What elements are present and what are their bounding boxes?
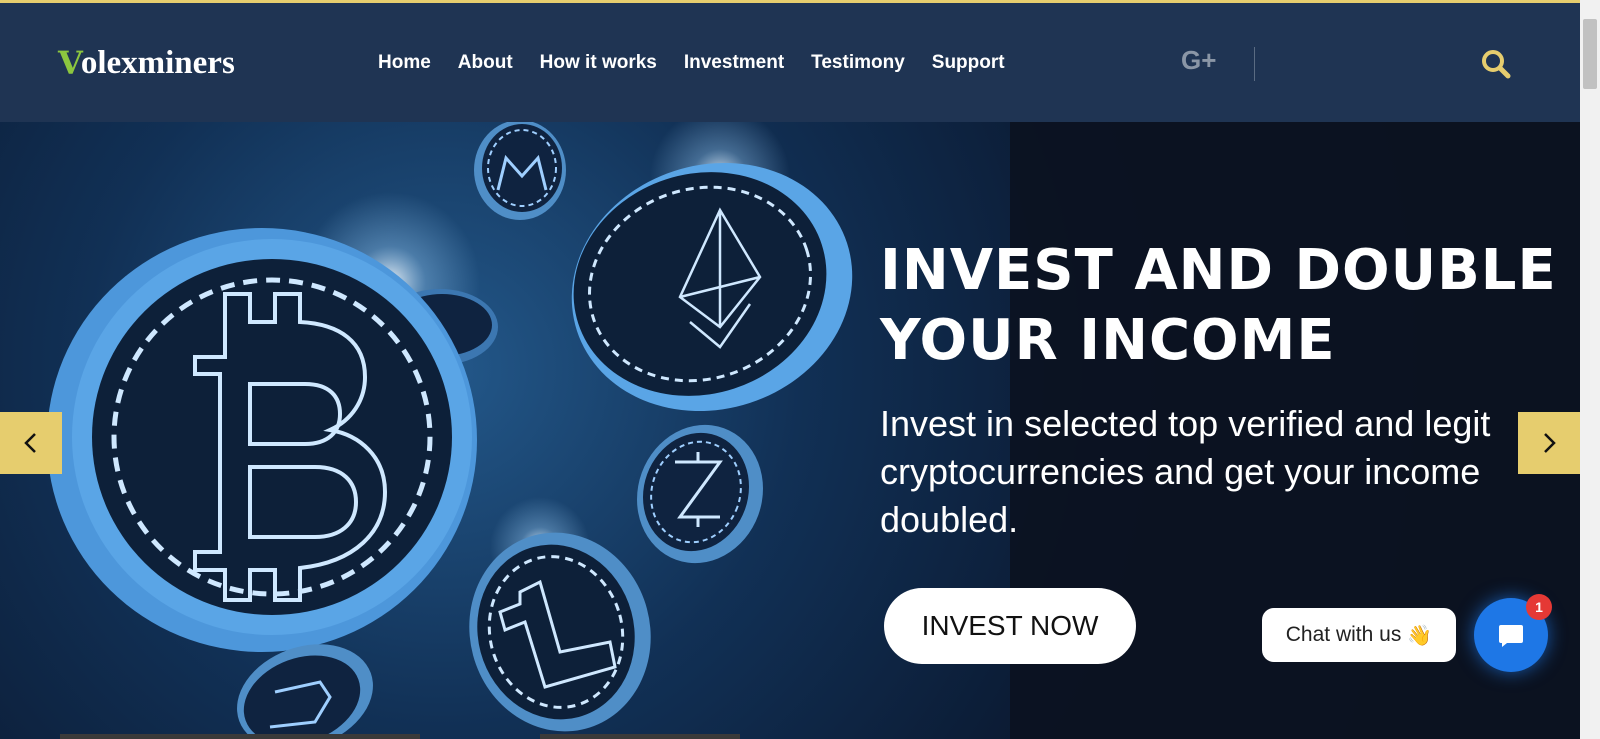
nav-investment[interactable]: Investment — [684, 52, 784, 74]
nav-support[interactable]: Support — [932, 52, 1005, 74]
crypto-coins-illustration — [47, 122, 853, 739]
bottom-strip-secondary — [540, 734, 740, 739]
chat-unread-badge: 1 — [1526, 594, 1552, 620]
hero-headline-line1: INVEST AND DOUBLE — [880, 238, 1557, 303]
nav-home[interactable]: Home — [378, 52, 431, 74]
slider-next-button[interactable] — [1518, 412, 1580, 474]
monero-coin — [474, 122, 566, 220]
search-button[interactable] — [1480, 48, 1512, 80]
site-logo[interactable]: V olexminers — [58, 45, 235, 81]
chevron-left-icon — [24, 433, 36, 453]
hero-headline-line2: YOUR INCOME — [880, 308, 1336, 373]
slider-prev-button[interactable] — [0, 412, 62, 474]
bitcoin-coin — [47, 228, 477, 652]
google-plus-icon[interactable]: G+ — [1181, 47, 1216, 73]
chat-prompt[interactable]: Chat with us 👋 — [1262, 608, 1456, 662]
main-nav: Home About How it works Investment Testi… — [360, 43, 1014, 83]
zcash-coin — [637, 424, 763, 564]
nav-about[interactable]: About — [458, 52, 513, 74]
waving-hand-icon: 👋 — [1407, 624, 1433, 647]
site-header: V olexminers Home About How it works Inv… — [0, 3, 1580, 122]
chat-prompt-label: Chat with us — [1285, 623, 1402, 646]
header-divider — [1254, 47, 1255, 81]
nav-how-it-works[interactable]: How it works — [540, 52, 657, 74]
logo-wordmark: olexminers — [80, 44, 235, 81]
hero-headline: INVEST AND DOUBLE YOUR INCOME — [880, 236, 1560, 376]
bottom-strip — [60, 734, 420, 739]
page-scrollbar[interactable] — [1580, 0, 1600, 739]
litecoin-coin — [469, 532, 651, 732]
logo-mark: V — [58, 44, 83, 82]
search-icon — [1482, 50, 1511, 79]
chat-bubble-icon — [1499, 625, 1523, 647]
nav-testimony[interactable]: Testimony — [811, 52, 905, 74]
invest-now-button[interactable]: INVEST NOW — [884, 588, 1136, 664]
chevron-right-icon — [1544, 433, 1556, 453]
scrollbar-thumb[interactable] — [1583, 19, 1597, 89]
ethereum-coin — [571, 162, 853, 412]
hero-subtext: Invest in selected top verified and legi… — [880, 403, 1491, 540]
